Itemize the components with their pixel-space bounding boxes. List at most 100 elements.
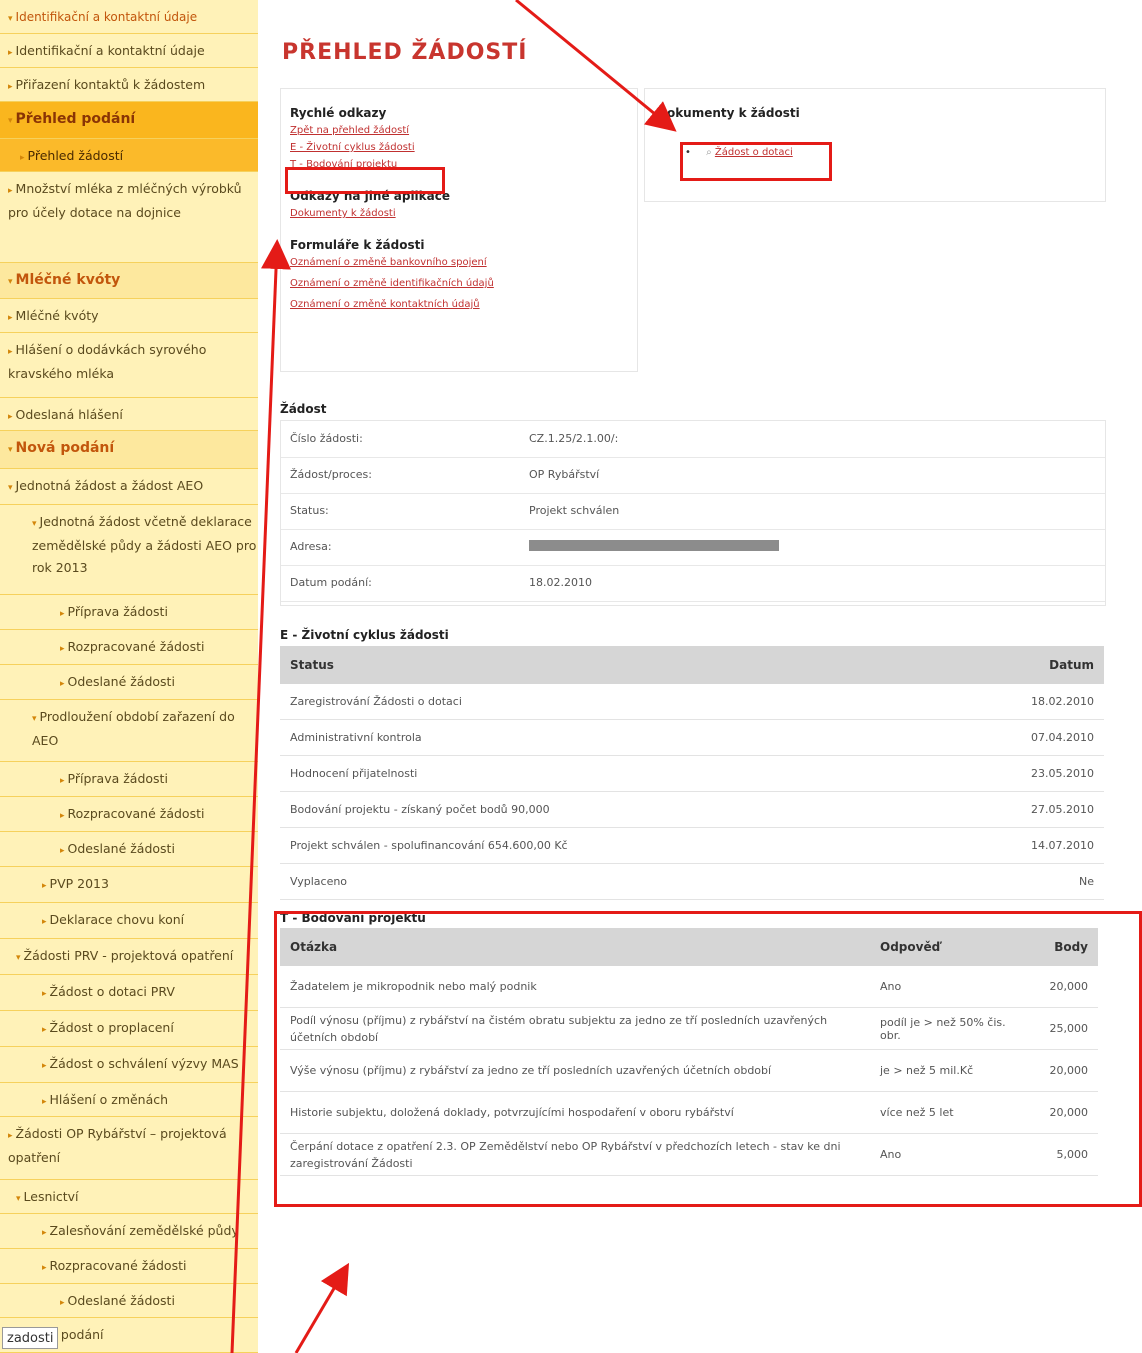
chevron-down-icon: ▾ (16, 1194, 21, 1204)
status-cell: Hodnocení přijatelnosti (280, 755, 925, 792)
sidebar-item[interactable]: ▾ Identifikační a kontaktní údaje (0, 0, 258, 34)
zadost-label: Datum podání: (290, 576, 372, 589)
sidebar-item-label: Žádost o schválení výzvy MAS (49, 1056, 239, 1071)
status-cell: Administrativní kontrola (280, 719, 925, 756)
chevron-down-icon: ▾ (8, 116, 13, 126)
sidebar-item[interactable]: ▾ Nová podání (0, 431, 258, 469)
chevron-right-icon: ▸ (60, 846, 65, 856)
sidebar-item-label: Lesnictví (23, 1189, 79, 1204)
sidebar-item[interactable]: ▾ Lesnictví (0, 1180, 258, 1214)
sidebar-item-label: Žádost o dotaci PRV (49, 984, 175, 999)
sidebar-item[interactable]: ▾ Přehled podání (0, 102, 258, 139)
sidebar-item[interactable]: ▸ Množství mléka z mléčných výrobků pro ú… (0, 172, 258, 263)
sidebar-item[interactable]: ▸ Rozpracované žádosti (0, 1249, 258, 1284)
sidebar-item[interactable]: ▸ Žádost o proplacení (0, 1011, 258, 1047)
sidebar-item[interactable]: ▾ Jednotná žádost včetně deklarace zemědě… (0, 505, 258, 595)
sidebar-item[interactable]: ▸ Přiřazení kontaktů k žádostem (0, 68, 258, 102)
sidebar-item[interactable]: ▾ Žádosti PRV - projektová opatření (0, 939, 258, 975)
chevron-right-icon: ▸ (60, 776, 65, 786)
chevron-down-icon: ▾ (8, 483, 13, 493)
chevron-down-icon: ▾ (32, 519, 37, 529)
sidebar-item-label: Přiřazení kontaktů k žádostem (15, 77, 206, 92)
chevron-right-icon: ▸ (42, 881, 47, 891)
zadost-panel: Číslo žádosti: CZ.1.25/2.1.00/: Žádost/pro… (280, 420, 1106, 606)
status-cell: Projekt schválen - spolufinancování 654.… (280, 827, 925, 864)
tooltip: zadosti (2, 1327, 59, 1349)
link-documents[interactable]: Dokumenty k žádosti (290, 203, 630, 224)
sidebar-item[interactable]: ▸ Deklarace chovu koní (0, 903, 258, 939)
zadost-title: Žádost (280, 402, 327, 416)
sidebar-item-label: Identifikační a kontaktní údaje (15, 43, 205, 58)
sidebar-item[interactable]: ▸ Příprava žádosti (0, 762, 258, 797)
sidebar-item[interactable]: ▸ Hlášení o dodávkách syrového kravského … (0, 333, 258, 398)
link-form-ident[interactable]: Oznámení o změně identifikačních údajů (290, 273, 630, 294)
sidebar-item[interactable]: ▸ Žádost o schválení výzvy MAS (0, 1047, 258, 1083)
sidebar-item[interactable]: ▸ Žádosti OP Rybářství – projektová opatř… (0, 1117, 258, 1180)
chevron-down-icon: ▾ (32, 714, 37, 724)
highlight-document-link (680, 142, 832, 181)
sidebar-item[interactable]: ▸ Příprava žádosti (0, 595, 258, 630)
date-cell: 18.02.2010 (924, 684, 1104, 720)
sidebar-item[interactable]: ▾ Mléčné kvóty (0, 263, 258, 299)
sidebar-item-label: Prodloužení období zařazení do AEO (32, 709, 235, 748)
chevron-right-icon: ▸ (20, 153, 25, 163)
sidebar-item[interactable]: ▸ Odeslané žádosti (0, 665, 258, 700)
sidebar-item[interactable]: ▸ Odeslané žádosti (0, 1284, 258, 1318)
link-form-bank[interactable]: Oznámení o změně bankovního spojení (290, 252, 630, 273)
sidebar-item-label: Jednotná žádost a žádost AEO (15, 478, 204, 493)
sidebar-navigation: ▾ Identifikační a kontaktní údaje ▸ Identif… (0, 0, 258, 1353)
sidebar-item-label: Rozpracované žádosti (49, 1258, 187, 1273)
sidebar-item[interactable]: ▸ Rozpracované žádosti (0, 630, 258, 665)
sidebar-item[interactable]: ▸ Žádost o dotaci PRV (0, 975, 258, 1011)
forms-title: Formuláře k žádosti (290, 238, 425, 252)
sidebar-item-label: Jednotná žádost včetně deklarace zeměděl… (32, 514, 257, 575)
lifecycle-title: E - Životní cyklus žádosti (280, 628, 449, 642)
chevron-down-icon: ▾ (8, 277, 13, 287)
zadost-value: Projekt schválen (529, 504, 620, 517)
chevron-right-icon: ▸ (42, 1025, 47, 1035)
date-cell: 27.05.2010 (924, 791, 1104, 828)
lifecycle-table: Status Datum Zaregistrování Žádosti o dota… (280, 646, 1104, 900)
sidebar-item[interactable]: ▸ Přehled žádostí (0, 139, 258, 172)
sidebar-item-label: Nová podání (15, 440, 115, 456)
table-row: Bodování projektu - získaný počet bodů 9… (280, 791, 1104, 828)
chevron-right-icon: ▸ (42, 917, 47, 927)
date-cell: Ne (924, 863, 1104, 900)
sidebar-item[interactable]: ▸ Hlášení o změnách (0, 1083, 258, 1117)
quick-links-panel: Rychlé odkazy Zpět na přehled žádostí E … (280, 88, 638, 372)
sidebar-item-label: Mléčné kvóty (15, 272, 121, 288)
chevron-right-icon: ▸ (42, 1097, 47, 1107)
table-header: Status Datum (280, 646, 1104, 684)
link-form-contact[interactable]: Oznámení o změně kontaktních údajů (290, 294, 630, 315)
page-title: PŘEHLED ŽÁDOSTÍ (282, 40, 528, 65)
zadost-label: Žádost/proces: (290, 468, 372, 481)
sidebar-item-label: Odeslané žádosti (67, 1293, 175, 1308)
sidebar-item[interactable]: ▸ Odeslaná hlášení (0, 398, 258, 431)
column-header: Status (280, 646, 925, 684)
chevron-right-icon: ▸ (60, 644, 65, 654)
sidebar-item-label: Odeslaná hlášení (15, 407, 123, 422)
sidebar-item-label: Deklarace chovu koní (49, 912, 185, 927)
sidebar-item-label: Příprava žádosti (67, 771, 168, 786)
sidebar-item-label: Žádost o proplacení (49, 1020, 174, 1035)
chevron-down-icon: ▾ (8, 14, 13, 24)
zadost-row: Číslo žádosti: CZ.1.25/2.1.00/: (281, 421, 1105, 458)
zadost-label: Číslo žádosti: (290, 432, 363, 445)
sidebar-item[interactable]: ▸ Odeslané žádosti (0, 832, 258, 867)
sidebar-item[interactable]: ▸ Mléčné kvóty (0, 299, 258, 333)
sidebar-item[interactable]: ▾ Prodloužení období zařazení do AEO (0, 700, 258, 762)
date-cell: 23.05.2010 (924, 755, 1104, 792)
sidebar-item[interactable]: ▸ Zalesňování zemědělské půdy (0, 1214, 258, 1249)
status-cell: Zaregistrování Žádosti o dotaci (280, 684, 925, 720)
zadost-row: Status: Projekt schválen (281, 493, 1105, 530)
zadost-label: Status: (290, 504, 329, 517)
sidebar-item-label: Přehled podání (15, 111, 136, 127)
chevron-down-icon: ▾ (16, 953, 21, 963)
chevron-right-icon: ▸ (8, 412, 13, 422)
chevron-right-icon: ▸ (42, 1263, 47, 1273)
sidebar-item[interactable]: ▸ PVP 2013 (0, 867, 258, 903)
sidebar-item[interactable]: ▸ Rozpracované žádosti (0, 797, 258, 832)
sidebar-item[interactable]: ▾ Jednotná žádost a žádost AEO (0, 469, 258, 505)
zadost-label: Adresa: (290, 540, 332, 553)
sidebar-item[interactable]: ▸ Identifikační a kontaktní údaje (0, 34, 258, 68)
